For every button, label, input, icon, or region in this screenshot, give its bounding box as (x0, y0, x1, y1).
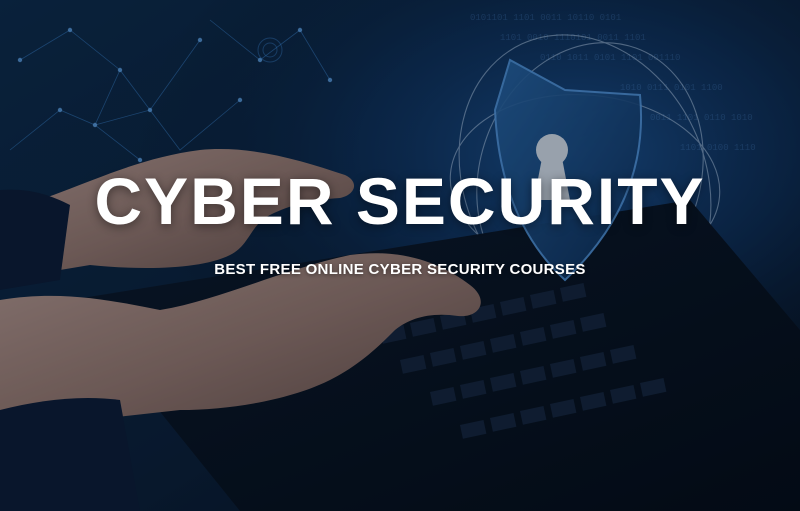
hero-banner: 0101101 1101 0011 10110 0101 1101 0010 1… (0, 0, 800, 511)
hero-background-image: 0101101 1101 0011 10110 0101 1101 0010 1… (0, 0, 800, 511)
hero-subtitle: BEST FREE ONLINE CYBER SECURITY COURSES (214, 261, 586, 278)
hero-title: CYBER SECURITY (94, 164, 706, 238)
